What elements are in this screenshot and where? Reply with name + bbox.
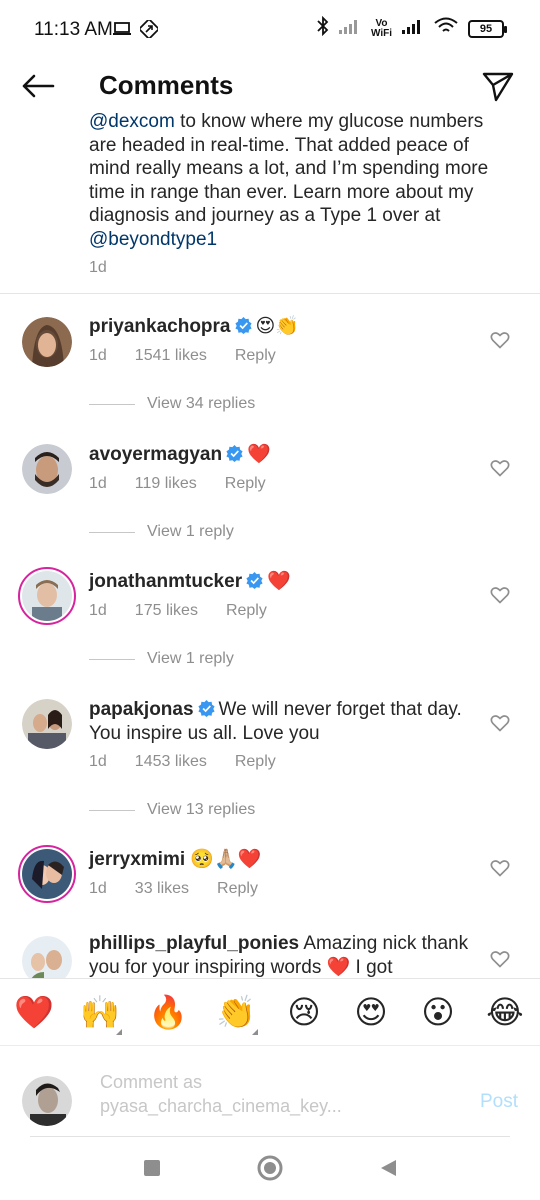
like-heart-icon[interactable] — [490, 585, 510, 605]
current-user-avatar — [22, 1076, 72, 1126]
bluetooth-icon — [317, 15, 329, 41]
view-replies-link[interactable]: View 13 replies — [89, 801, 255, 819]
post-caption: @dexcom to know where my glucose numbers… — [0, 112, 540, 294]
view-replies-link[interactable]: View 34 replies — [89, 395, 255, 413]
view-replies-link[interactable]: View 1 reply — [89, 523, 234, 541]
avatar[interactable] — [22, 699, 72, 749]
comment-likes[interactable]: 33 likes — [135, 880, 189, 898]
emoji-quick-bar: ❤️ 🙌 🔥 👏 😢 😍 😮 😂 — [0, 978, 540, 1046]
comment-username[interactable]: papakjonas — [89, 699, 194, 720]
comment-likes[interactable]: 175 likes — [135, 602, 198, 620]
avatar[interactable] — [22, 444, 72, 494]
like-heart-icon[interactable] — [490, 713, 510, 733]
avatar[interactable] — [18, 845, 76, 903]
comment-text: 🥺🙏🏼❤️ — [190, 849, 262, 870]
comment-text: ❤️ — [247, 444, 271, 465]
back-button[interactable] — [18, 70, 58, 102]
mention-link[interactable]: @beyondtype1 — [89, 229, 217, 250]
reply-button[interactable]: Reply — [235, 753, 276, 771]
caption-text: @dexcom to know where my glucose numbers… — [89, 112, 489, 250]
comment-username[interactable]: jerryxmimi — [89, 849, 185, 870]
surprised-emoji-button[interactable]: 😮 — [418, 993, 458, 1031]
mention-link[interactable]: @dexcom — [89, 112, 175, 132]
comment-composer: Comment as pyasa_charcha_cinema_key... P… — [0, 1046, 540, 1136]
comments-list[interactable]: priyankachopra 😍👏 1d 1541 likes Reply Vie… — [0, 295, 540, 978]
paper-plane-icon — [482, 72, 514, 102]
comment-time: 1d — [89, 347, 107, 364]
back-arrow-icon — [22, 74, 55, 98]
reply-button[interactable]: Reply — [226, 602, 267, 620]
verified-badge-icon — [226, 445, 243, 462]
comment-text: ❤️ — [267, 571, 291, 592]
status-bar: 11:13 AM Vo WiFi 95 — [0, 0, 540, 60]
vowifi-icon: Vo WiFi — [370, 17, 392, 39]
share-button[interactable] — [478, 66, 518, 106]
fire-emoji-button[interactable]: 🔥 — [148, 993, 188, 1031]
screen-cast-icon — [137, 17, 161, 43]
comment-username[interactable]: priyankachopra — [89, 316, 231, 337]
comment-time: 1d — [89, 475, 107, 492]
clapping-emoji-button[interactable]: 👏 — [216, 993, 258, 1035]
post-button[interactable]: Post — [480, 1091, 518, 1113]
status-time: 11:13 AM — [34, 19, 113, 40]
like-heart-icon[interactable] — [490, 858, 510, 878]
view-replies-link[interactable]: View 1 reply — [89, 650, 234, 668]
comment-username[interactable]: phillips_playful_ponies — [89, 933, 299, 954]
caption-timestamp: 1d — [89, 259, 107, 276]
heart-eyes-emoji-button[interactable]: 😍 — [351, 993, 391, 1031]
page-title: Comments — [99, 70, 234, 100]
comment-time: 1d — [89, 880, 107, 897]
back-triangle-icon[interactable] — [374, 1154, 402, 1182]
system-nav-bar — [0, 1136, 540, 1200]
wifi-icon — [434, 17, 458, 40]
comment-likes[interactable]: 1453 likes — [135, 753, 207, 771]
comment-likes[interactable]: 1541 likes — [135, 347, 207, 365]
avatar[interactable] — [18, 567, 76, 625]
comment-text: 😍👏 — [255, 316, 299, 337]
comment-username[interactable]: avoyermagyan — [89, 444, 222, 465]
heart-emoji-button[interactable]: ❤️ — [14, 993, 54, 1031]
reply-button[interactable]: Reply — [217, 880, 258, 898]
verified-badge-icon — [246, 572, 263, 589]
home-circle-icon[interactable] — [256, 1154, 284, 1182]
header: Comments — [0, 60, 540, 112]
signal-icon — [338, 18, 361, 39]
laughing-emoji-button[interactable]: 😂 — [485, 993, 525, 1031]
crying-emoji-button[interactable]: 😢 — [284, 993, 324, 1031]
comment-username[interactable]: jonathanmtucker — [89, 571, 242, 592]
avatar[interactable] — [22, 936, 72, 978]
raising-hands-emoji-button[interactable]: 🙌 — [80, 993, 122, 1035]
like-heart-icon[interactable] — [490, 458, 510, 478]
verified-badge-icon — [234, 317, 252, 334]
recents-square-icon[interactable] — [138, 1154, 166, 1182]
comment-likes[interactable]: 119 likes — [135, 475, 197, 493]
signal-icon — [402, 18, 424, 39]
like-heart-icon[interactable] — [490, 949, 510, 969]
reply-button[interactable]: Reply — [225, 475, 266, 493]
reply-button[interactable]: Reply — [235, 347, 276, 365]
like-heart-icon[interactable] — [490, 330, 510, 350]
verified-badge-icon — [197, 700, 215, 717]
battery-icon: 95 — [468, 19, 507, 38]
avatar[interactable] — [22, 317, 72, 367]
comment-input[interactable]: Comment as pyasa_charcha_cinema_key... — [100, 1070, 360, 1118]
laptop-icon — [112, 21, 132, 42]
comment-time: 1d — [89, 753, 107, 770]
comment-time: 1d — [89, 602, 107, 619]
